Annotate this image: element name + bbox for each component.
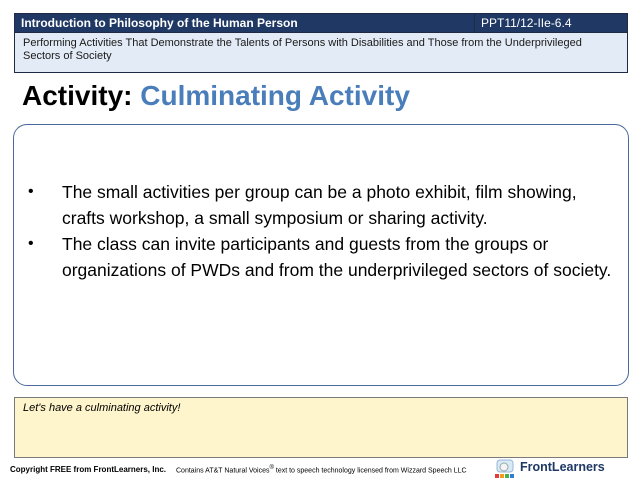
header-bar: Introduction to Philosophy of the Human … [14,13,628,33]
frontlearners-logo: FrontLearners [494,458,634,480]
narration-note: Let's have a culminating activity! [14,397,628,458]
list-item: • The small activities per group can be … [28,179,618,231]
tts-text-before: Contains AT&T Natural Voices [176,467,270,475]
slide-title: Activity: Culminating Activity [22,80,410,112]
list-item: • The class can invite participants and … [28,231,618,283]
bullet-text: The class can invite participants and gu… [62,234,612,280]
course-title: Introduction to Philosophy of the Human … [15,14,475,32]
tts-text-after: text to speech technology licensed from … [273,467,467,475]
bullet-symbol: • [28,235,34,252]
slide-title-prefix: Activity: [22,80,133,111]
note-text: Let's have a culminating activity! [23,402,181,414]
copyright-text: Copyright FREE from FrontLearners, Inc. [10,465,167,474]
logo-text: FrontLearners [520,460,605,474]
lesson-subtitle: Performing Activities That Demonstrate t… [14,33,628,73]
content-panel: • The small activities per group can be … [13,124,629,386]
tts-notice: Contains AT&T Natural Voices® text to sp… [176,465,467,474]
slide-title-accent: Culminating Activity [140,80,410,111]
footer: Copyright FREE from FrontLearners, Inc. … [0,458,640,480]
bullet-symbol: • [28,183,34,200]
frontlearners-logo-icon [495,459,514,478]
course-code: PPT11/12-IIe-6.4 [475,14,627,32]
bullet-text: The small activities per group can be a … [62,182,577,228]
bullet-list: • The small activities per group can be … [28,179,618,283]
